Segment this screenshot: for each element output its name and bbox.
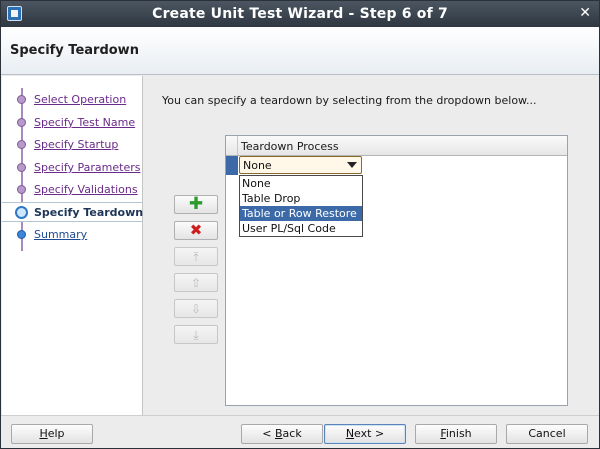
selected-row-marker[interactable] [226, 156, 238, 175]
remove-icon: ✖ [189, 221, 203, 239]
step-node-icon [17, 163, 26, 172]
close-icon[interactable]: ✕ [579, 5, 591, 21]
step-summary[interactable]: Summary [2, 225, 142, 245]
finish-button[interactable]: Finish [415, 424, 497, 444]
option-none[interactable]: None [240, 176, 362, 191]
step-select-operation[interactable]: Select Operation [2, 90, 142, 110]
remove-row-button[interactable]: ✖ [174, 221, 218, 240]
finish-label: inish [445, 427, 472, 440]
move-top-button[interactable]: ⤒ [174, 247, 218, 266]
back-button[interactable]: < Back [241, 424, 323, 444]
move-top-icon: ⤒ [193, 249, 199, 264]
row-header-corner [226, 136, 238, 155]
next-mnemonic: N [345, 427, 355, 440]
step-specify-validations[interactable]: Specify Validations [2, 180, 142, 200]
table-column-header[interactable]: Teardown Process [226, 136, 567, 156]
move-up-icon: ⇧ [190, 275, 202, 290]
step-node-icon [17, 140, 26, 149]
column-header-label: Teardown Process [241, 140, 339, 153]
option-table-drop[interactable]: Table Drop [240, 191, 362, 206]
add-row-button[interactable]: ✚ [174, 195, 218, 214]
step-node-icon [17, 230, 26, 239]
move-bottom-button[interactable]: ⤓ [174, 325, 218, 344]
step-label[interactable]: Specify Validations [34, 183, 138, 196]
move-up-button[interactable]: ⇧ [174, 273, 218, 292]
next-label: ext > [354, 427, 385, 440]
back-label: ack [282, 427, 302, 440]
instruction-text: You can specify a teardown by selecting … [162, 94, 537, 107]
step-label[interactable]: Specify Test Name [34, 116, 135, 129]
move-bottom-icon: ⤓ [193, 327, 199, 342]
combobox-value: None [243, 159, 272, 172]
step-label: Specify Teardown [34, 206, 144, 219]
step-label[interactable]: Summary [34, 228, 87, 241]
wizard-window: Create Unit Test Wizard - Step 6 of 7 ✕ … [0, 0, 600, 449]
step-label[interactable]: Specify Startup [34, 138, 118, 151]
move-down-button[interactable]: ⇩ [174, 299, 218, 318]
step-current-node-icon [15, 206, 28, 219]
title-bar[interactable]: Create Unit Test Wizard - Step 6 of 7 ✕ [1, 1, 599, 27]
move-down-icon: ⇩ [190, 301, 202, 316]
back-prefix: < [262, 427, 275, 440]
dropdown-arrow-icon[interactable] [347, 162, 357, 168]
page-title: Specify Teardown [10, 43, 139, 58]
add-icon: ✚ [188, 194, 204, 214]
cancel-button[interactable]: Cancel [506, 424, 588, 444]
step-specify-test-name[interactable]: Specify Test Name [2, 113, 142, 133]
help-button[interactable]: Help [11, 424, 93, 444]
wizard-steps-sidebar: Select Operation Specify Test Name Speci… [2, 76, 143, 415]
step-specify-parameters[interactable]: Specify Parameters [2, 158, 142, 178]
step-node-icon [17, 118, 26, 127]
next-button[interactable]: Next > [324, 424, 406, 444]
step-specify-teardown[interactable]: Specify Teardown [2, 202, 144, 222]
step-label[interactable]: Specify Parameters [34, 161, 140, 174]
step-label[interactable]: Select Operation [34, 93, 126, 106]
option-table-or-row-restore[interactable]: Table or Row Restore [240, 206, 362, 221]
back-mnemonic: B [275, 427, 283, 440]
teardown-process-dropdown-list: None Table Drop Table or Row Restore Use… [239, 175, 363, 237]
help-label: elp [47, 427, 65, 440]
step-node-icon [17, 185, 26, 194]
cancel-label: Cancel [528, 427, 566, 440]
window-title: Create Unit Test Wizard - Step 6 of 7 [152, 6, 448, 22]
teardown-process-combobox[interactable]: None [239, 156, 362, 174]
step-node-icon [17, 95, 26, 104]
step-specify-startup[interactable]: Specify Startup [2, 135, 142, 155]
option-user-plsql-code[interactable]: User PL/Sql Code [240, 221, 362, 236]
help-mnemonic: H [39, 427, 48, 440]
page-header: Specify Teardown [1, 27, 599, 75]
